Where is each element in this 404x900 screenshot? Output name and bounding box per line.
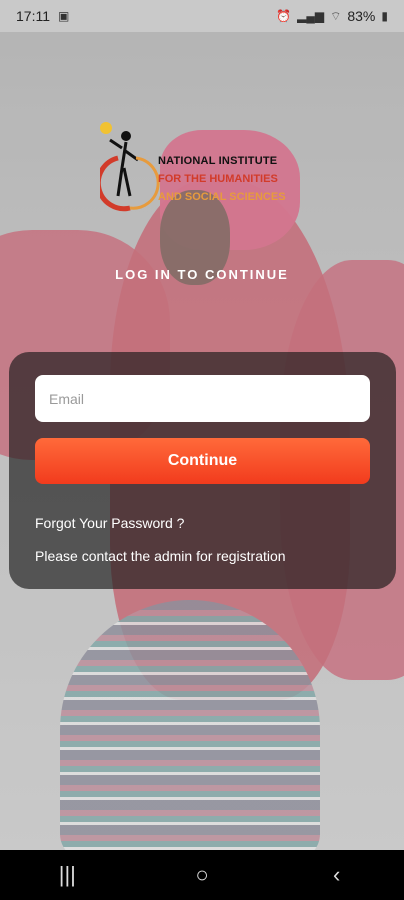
signal-icon: ▂▄▆ bbox=[297, 9, 325, 23]
email-input[interactable] bbox=[35, 375, 370, 422]
logo-line-3: AND SOCIAL SCIENCES bbox=[158, 191, 286, 203]
image-icon: ▣ bbox=[58, 9, 70, 23]
login-card: Continue Forgot Your Password ? Please c… bbox=[9, 352, 396, 589]
recent-apps-icon[interactable]: ||| bbox=[37, 862, 97, 888]
login-heading: LOG IN TO CONTINUE bbox=[115, 267, 289, 282]
status-time: 17:11 bbox=[16, 8, 50, 24]
logo-line-2: FOR THE HUMANITIES bbox=[158, 173, 278, 185]
alarm-icon: ⏰ bbox=[276, 9, 292, 23]
home-icon[interactable]: ○ bbox=[172, 862, 232, 888]
status-bar: 17:11 ▣ ⏰ ▂▄▆ ⌔ 83% ▮ bbox=[0, 0, 404, 32]
contact-admin-text: Please contact the admin for registratio… bbox=[35, 548, 286, 564]
forgot-password-link[interactable]: Forgot Your Password ? bbox=[35, 515, 184, 531]
figure-logo-icon bbox=[100, 122, 160, 212]
back-icon[interactable]: ‹ bbox=[307, 862, 367, 888]
nihss-logo: NATIONAL INSTITUTE FOR THE HUMANITIES AN… bbox=[100, 118, 320, 218]
wifi-icon: ⌔ bbox=[330, 8, 342, 23]
logo-line-1: NATIONAL INSTITUTE bbox=[158, 155, 278, 167]
battery-percent: 83% bbox=[347, 8, 376, 24]
battery-icon: ▮ bbox=[381, 9, 388, 23]
android-nav-bar: ||| ○ ‹ bbox=[0, 850, 404, 900]
continue-button[interactable]: Continue bbox=[35, 438, 370, 484]
